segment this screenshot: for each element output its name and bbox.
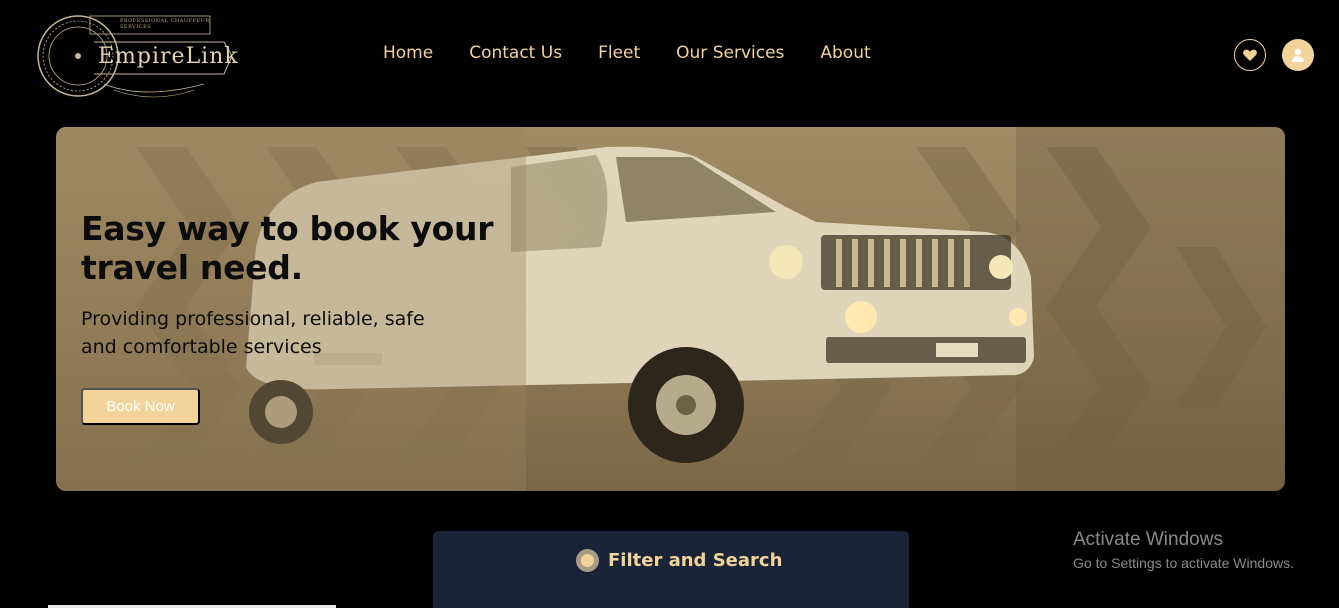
filter-title: Filter and Search [608,550,783,571]
book-now-button[interactable]: Book Now [81,388,200,425]
hero-banner: Easy way to book your travel need. Provi… [56,127,1285,491]
watermark-title: Activate Windows [1073,529,1223,550]
logo-wordmark: EmpireLink [98,44,239,69]
brand-logo[interactable]: PROFESSIONAL CHAUFFEUR SERVICES EmpireLi… [34,4,238,108]
hero-subtitle: Providing professional, reliable, safe a… [81,308,425,358]
hero-title: Easy way to book your travel need. [81,209,494,287]
nav-our-services[interactable]: Our Services [676,43,784,63]
user-icon [1291,48,1305,62]
site-header: PROFESSIONAL CHAUFFEUR SERVICES EmpireLi… [0,0,1339,110]
nav-home[interactable]: Home [383,43,433,63]
radio-dot-icon [576,549,599,572]
windows-activation-watermark: Activate Windows Go to Settings to activ… [1073,529,1294,571]
logo-tagline: PROFESSIONAL CHAUFFEUR SERVICES [120,18,210,30]
nav-about[interactable]: About [820,43,870,63]
main-nav: Home Contact Us Fleet Our Services About [383,43,871,63]
watermark-subtitle: Go to Settings to activate Windows. [1073,555,1294,571]
heart-icon [1243,49,1257,61]
nav-contact-us[interactable]: Contact Us [469,43,562,63]
filter-header: Filter and Search [576,549,782,572]
account-button[interactable] [1282,39,1314,71]
nav-fleet[interactable]: Fleet [598,43,640,63]
filter-search-panel: Filter and Search [433,531,909,608]
favorites-button[interactable] [1234,39,1266,71]
